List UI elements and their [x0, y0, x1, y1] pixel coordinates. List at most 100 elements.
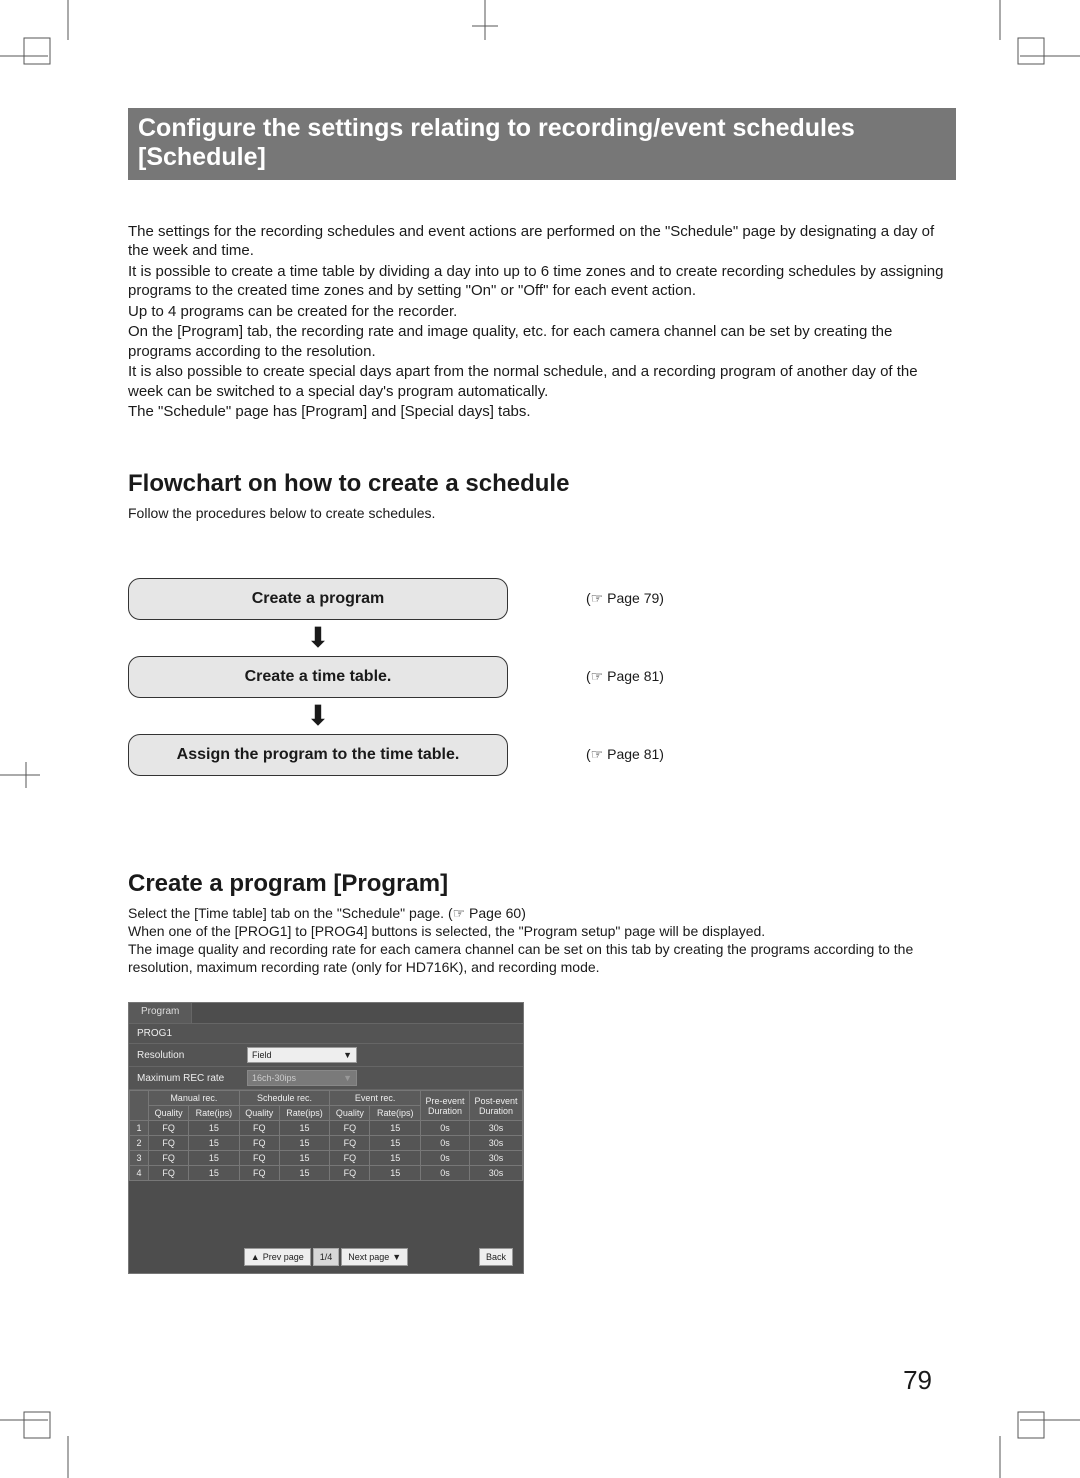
resolution-select[interactable]: Field ▼	[247, 1047, 357, 1063]
cell[interactable]: 30s	[470, 1166, 523, 1181]
intro-para: The settings for the recording schedules…	[128, 222, 956, 261]
col-event-rec: Event rec.	[330, 1091, 421, 1106]
maxrate-label: Maximum REC rate	[137, 1073, 247, 1084]
cell[interactable]: FQ	[239, 1121, 279, 1136]
cell[interactable]: FQ	[149, 1136, 189, 1151]
intro-para: On the [Program] tab, the recording rate…	[128, 322, 956, 361]
cell[interactable]: 15	[279, 1121, 330, 1136]
down-arrow-icon: ⬇	[128, 702, 508, 730]
cell[interactable]: 15	[279, 1166, 330, 1181]
page-number: 79	[903, 1365, 932, 1396]
maxrate-select[interactable]: 16ch-30ips ▼	[247, 1070, 357, 1086]
recording-table: Manual rec. Schedule rec. Event rec. Pre…	[129, 1090, 523, 1181]
cell[interactable]: 15	[189, 1151, 240, 1166]
cell[interactable]: FQ	[239, 1166, 279, 1181]
resolution-value: Field	[252, 1050, 272, 1060]
col-manual-rec: Manual rec.	[149, 1091, 240, 1106]
flowchart-intro: Follow the procedures below to create sc…	[128, 504, 956, 522]
intro-para: It is possible to create a time table by…	[128, 262, 956, 301]
flow-step-3-ref: (☞ Page 81)	[586, 746, 664, 763]
cell[interactable]: 0s	[421, 1166, 470, 1181]
cell[interactable]: 30s	[470, 1136, 523, 1151]
table-row: 1 FQ 15 FQ 15 FQ 15 0s 30s	[130, 1121, 523, 1136]
flow-step-1: Create a program	[128, 578, 508, 620]
page-title: Configure the settings relating to recor…	[128, 108, 956, 180]
cell[interactable]: 15	[189, 1121, 240, 1136]
program-heading: Create a program [Program]	[128, 870, 956, 898]
intro-para: The "Schedule" page has [Program] and [S…	[128, 402, 956, 422]
cell[interactable]: 15	[189, 1166, 240, 1181]
row-index: 3	[130, 1151, 149, 1166]
cell[interactable]: FQ	[239, 1136, 279, 1151]
down-arrow-icon: ⬇	[128, 624, 508, 652]
cell[interactable]: FQ	[330, 1151, 370, 1166]
cell[interactable]: FQ	[330, 1166, 370, 1181]
maxrate-value: 16ch-30ips	[252, 1073, 296, 1083]
cell[interactable]: FQ	[239, 1151, 279, 1166]
cell[interactable]: FQ	[149, 1166, 189, 1181]
chevron-up-icon: ▲	[251, 1253, 260, 1262]
program-setup-panel: Program PROG1 Resolution Field ▼ Maximum…	[128, 1002, 524, 1274]
cell[interactable]: 0s	[421, 1121, 470, 1136]
flowchart: Create a program (☞ Page 79) ⬇ Create a …	[128, 578, 956, 776]
cell[interactable]: 0s	[421, 1151, 470, 1166]
tab-strip: Program	[129, 1003, 523, 1024]
intro-text: The settings for the recording schedules…	[128, 222, 956, 422]
resolution-label: Resolution	[137, 1050, 247, 1061]
cell[interactable]: 15	[370, 1151, 421, 1166]
row-index: 4	[130, 1166, 149, 1181]
back-button[interactable]: Back	[479, 1248, 513, 1266]
tab-program[interactable]: Program	[129, 1003, 192, 1023]
cell[interactable]: 15	[370, 1136, 421, 1151]
next-page-button[interactable]: Next page ▼	[341, 1248, 408, 1266]
program-name: PROG1	[129, 1024, 523, 1044]
col-rate: Rate(ips)	[189, 1106, 240, 1121]
col-quality: Quality	[330, 1106, 370, 1121]
col-rate: Rate(ips)	[279, 1106, 330, 1121]
col-schedule-rec: Schedule rec.	[239, 1091, 330, 1106]
intro-para: It is also possible to create special da…	[128, 362, 956, 401]
next-label: Next page	[348, 1253, 389, 1262]
intro-para: Up to 4 programs can be created for the …	[128, 302, 956, 322]
program-text: Select the [Time table] tab on the "Sche…	[128, 904, 956, 977]
page: Configure the settings relating to recor…	[0, 0, 1080, 1478]
col-quality: Quality	[239, 1106, 279, 1121]
cell[interactable]: FQ	[149, 1151, 189, 1166]
program-para: When one of the [PROG1] to [PROG4] butto…	[128, 922, 956, 940]
page-indicator: 1/4	[313, 1248, 340, 1266]
chevron-down-icon: ▼	[343, 1050, 352, 1060]
prev-label: Prev page	[263, 1253, 304, 1262]
flow-step-1-ref: (☞ Page 79)	[586, 590, 664, 607]
cell[interactable]: FQ	[330, 1121, 370, 1136]
cell[interactable]: 30s	[470, 1121, 523, 1136]
flow-step-3: Assign the program to the time table.	[128, 734, 508, 776]
flowchart-heading: Flowchart on how to create a schedule	[128, 470, 956, 498]
cell[interactable]: 15	[370, 1121, 421, 1136]
col-post-event: Post-event Duration	[470, 1091, 523, 1121]
cell[interactable]: 15	[189, 1136, 240, 1151]
table-row: 2 FQ 15 FQ 15 FQ 15 0s 30s	[130, 1136, 523, 1151]
chevron-down-icon: ▼	[343, 1073, 352, 1083]
prev-page-button[interactable]: ▲ Prev page	[244, 1248, 311, 1266]
chevron-down-icon: ▼	[392, 1253, 401, 1262]
cell[interactable]: 0s	[421, 1136, 470, 1151]
flow-step-2-ref: (☞ Page 81)	[586, 668, 664, 685]
table-row: 3 FQ 15 FQ 15 FQ 15 0s 30s	[130, 1151, 523, 1166]
cell[interactable]: FQ	[149, 1121, 189, 1136]
col-quality: Quality	[149, 1106, 189, 1121]
cell[interactable]: FQ	[330, 1136, 370, 1151]
cell[interactable]: 30s	[470, 1151, 523, 1166]
panel-spacer	[129, 1181, 523, 1241]
cell[interactable]: 15	[370, 1166, 421, 1181]
cell[interactable]: 15	[279, 1151, 330, 1166]
table-row: 4 FQ 15 FQ 15 FQ 15 0s 30s	[130, 1166, 523, 1181]
program-para: Select the [Time table] tab on the "Sche…	[128, 904, 956, 922]
panel-footer: ▲ Prev page 1/4 Next page ▼ Back	[129, 1241, 523, 1273]
col-pre-event: Pre-event Duration	[421, 1091, 470, 1121]
flow-step-2: Create a time table.	[128, 656, 508, 698]
col-rate: Rate(ips)	[370, 1106, 421, 1121]
row-index: 1	[130, 1121, 149, 1136]
cell[interactable]: 15	[279, 1136, 330, 1151]
row-index: 2	[130, 1136, 149, 1151]
program-para: The image quality and recording rate for…	[128, 940, 956, 976]
